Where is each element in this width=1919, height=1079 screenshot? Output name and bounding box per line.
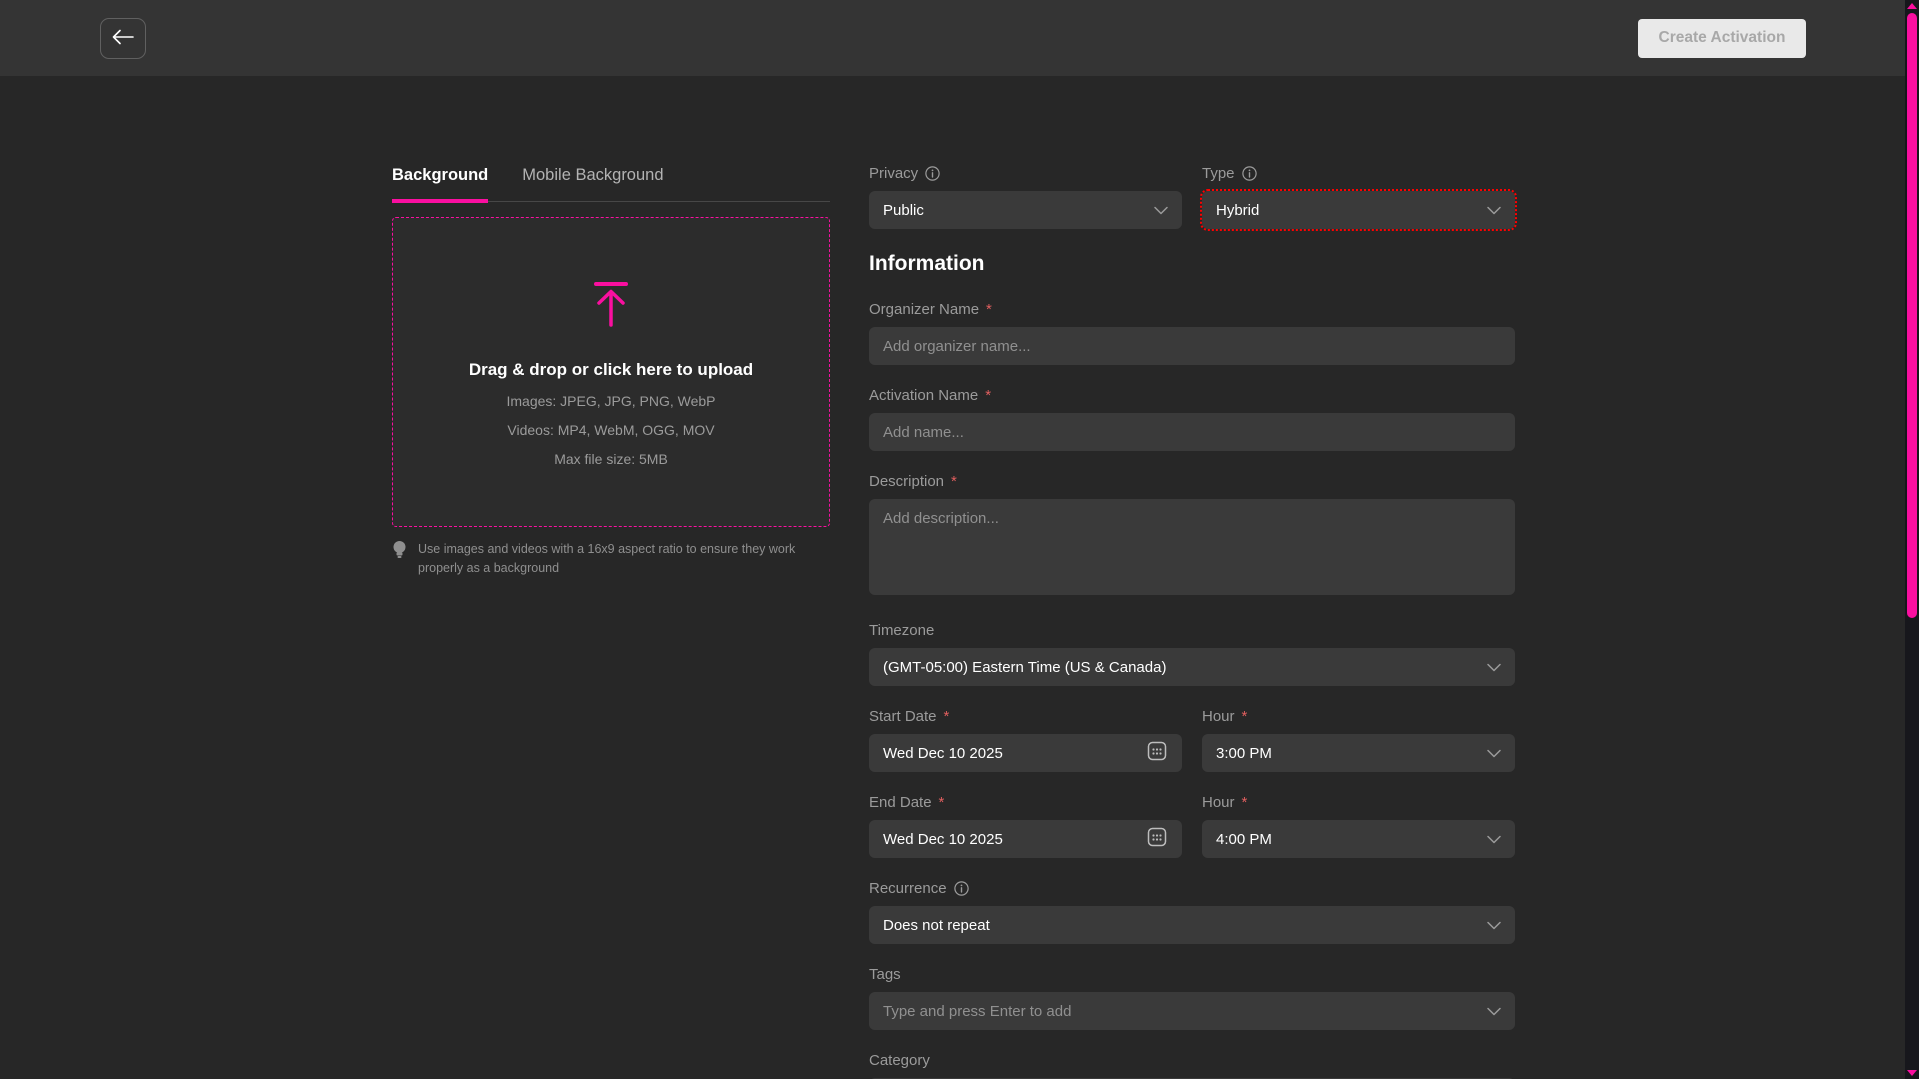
calendar-icon [1146, 740, 1168, 766]
section-title-information: Information [869, 252, 1515, 276]
background-upload-panel: Background Mobile Background Drag & drop… [392, 166, 830, 578]
info-icon [925, 166, 940, 181]
description-label: Description* [869, 473, 1515, 490]
tab-mobile-background[interactable]: Mobile Background [522, 166, 663, 203]
info-icon [1242, 166, 1257, 181]
scrollbar-up-arrow-icon[interactable] [1907, 3, 1917, 9]
type-select[interactable]: Hybrid [1202, 191, 1515, 229]
create-activation-button[interactable]: Create Activation [1638, 19, 1806, 58]
privacy-select[interactable]: Public [869, 191, 1182, 229]
end-date-input[interactable]: Wed Dec 10 2025 [869, 820, 1182, 858]
dropzone-images-formats: Images: JPEG, JPG, PNG, WebP [506, 393, 715, 409]
back-button[interactable] [100, 18, 146, 59]
type-label: Type [1202, 165, 1515, 182]
recurrence-select[interactable]: Does not repeat [869, 906, 1515, 944]
arrow-left-icon [112, 29, 134, 48]
start-hour-label: Hour* [1202, 708, 1515, 725]
topbar: Create Activation [0, 0, 1919, 76]
chevron-down-icon [1487, 659, 1501, 676]
calendar-icon [1146, 826, 1168, 852]
lightbulb-icon [392, 540, 407, 578]
page-scrollbar[interactable] [1905, 0, 1919, 1079]
timezone-select[interactable]: (GMT-05:00) Eastern Time (US & Canada) [869, 648, 1515, 686]
chevron-down-icon [1487, 745, 1501, 762]
dropzone-title: Drag & drop or click here to upload [469, 360, 753, 380]
chevron-down-icon [1487, 831, 1501, 848]
tip-text: Use images and videos with a 16x9 aspect… [418, 540, 812, 578]
recurrence-label: Recurrence [869, 880, 1515, 897]
aspect-ratio-tip: Use images and videos with a 16x9 aspect… [392, 540, 812, 578]
dropzone-videos-formats: Videos: MP4, WebM, OGG, MOV [507, 422, 714, 438]
category-label: Category [869, 1052, 1515, 1069]
end-hour-select[interactable]: 4:00 PM [1202, 820, 1515, 858]
scrollbar-thumb[interactable] [1907, 13, 1917, 618]
upload-arrow-icon [592, 281, 630, 334]
scrollbar-down-arrow-icon[interactable] [1907, 1070, 1917, 1076]
organizer-name-label: Organizer Name* [869, 301, 1515, 318]
start-hour-select[interactable]: 3:00 PM [1202, 734, 1515, 772]
tags-label: Tags [869, 966, 1515, 983]
tab-background[interactable]: Background [392, 166, 488, 203]
description-textarea[interactable] [869, 499, 1515, 595]
dropzone-max-size: Max file size: 5MB [554, 451, 668, 467]
timezone-label: Timezone [869, 622, 1515, 639]
chevron-down-icon [1487, 917, 1501, 934]
info-icon [954, 881, 969, 896]
privacy-label: Privacy [869, 165, 1182, 182]
tags-input[interactable]: Type and press Enter to add [869, 992, 1515, 1030]
chevron-down-icon [1487, 1003, 1501, 1020]
organizer-name-input[interactable] [869, 327, 1515, 365]
end-date-label: End Date* [869, 794, 1182, 811]
chevron-down-icon [1487, 202, 1501, 219]
start-date-label: Start Date* [869, 708, 1182, 725]
upload-dropzone[interactable]: Drag & drop or click here to upload Imag… [392, 217, 830, 527]
activation-form: Privacy Public Type [869, 165, 1515, 1079]
end-hour-label: Hour* [1202, 794, 1515, 811]
start-date-input[interactable]: Wed Dec 10 2025 [869, 734, 1182, 772]
chevron-down-icon [1154, 202, 1168, 219]
activation-name-input[interactable] [869, 413, 1515, 451]
activation-name-label: Activation Name* [869, 387, 1515, 404]
background-tabs: Background Mobile Background [392, 166, 830, 202]
